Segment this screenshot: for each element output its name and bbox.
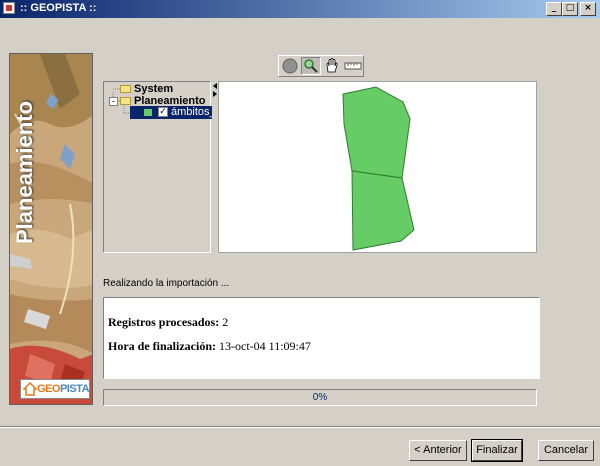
ruler-icon bbox=[344, 62, 362, 70]
registros-value: 2 bbox=[222, 315, 229, 329]
geopista-logo: GEOPISTA bbox=[20, 379, 90, 399]
collapse-toggle[interactable]: - bbox=[109, 97, 118, 106]
layer-label: ámbitos_ge bbox=[171, 106, 212, 118]
title-bar: :: GEOPISTA :: _ □ × bbox=[0, 0, 600, 18]
zoom-in-button[interactable] bbox=[301, 57, 321, 75]
anterior-button[interactable]: < Anterior bbox=[409, 440, 467, 461]
hora-row: Hora de finalización: 13-oct-04 11:09:47 bbox=[108, 339, 311, 354]
sidebar-banner: Planeamiento GEOPISTA bbox=[9, 53, 93, 405]
map-polygon-south bbox=[351, 170, 415, 251]
pan-button[interactable] bbox=[322, 57, 342, 75]
maximize-button[interactable]: □ bbox=[562, 2, 578, 16]
window-title: :: GEOPISTA :: bbox=[20, 2, 97, 14]
cancelar-button[interactable]: Cancelar bbox=[538, 440, 594, 461]
map-polygon-north bbox=[342, 86, 411, 179]
registros-label: Registros procesados: bbox=[108, 315, 220, 329]
logo-text: GEOPISTA bbox=[37, 383, 90, 395]
folder-open-icon bbox=[120, 97, 131, 105]
zoom-extent-button[interactable] bbox=[280, 57, 300, 75]
measure-button[interactable] bbox=[343, 57, 363, 75]
minimize-button[interactable]: _ bbox=[546, 2, 562, 16]
layer-color-swatch bbox=[144, 109, 152, 116]
logo-house-icon bbox=[23, 382, 37, 396]
map-view[interactable] bbox=[218, 81, 537, 253]
progress-bar: 0% bbox=[103, 389, 537, 406]
registros-row: Registros procesados: 2 bbox=[108, 315, 228, 330]
folder-icon bbox=[120, 85, 131, 93]
hand-icon bbox=[326, 58, 338, 73]
layer-visibility-checkbox[interactable]: ✓ bbox=[158, 107, 168, 117]
tree-group-system[interactable]: System bbox=[134, 83, 173, 95]
sidebar-title: Planeamiento bbox=[12, 100, 37, 244]
globe-icon bbox=[282, 58, 298, 74]
map-toolbar bbox=[278, 55, 364, 77]
hora-label: Hora de finalización: bbox=[108, 339, 216, 353]
tree-layer-ambitos[interactable]: ✓ ámbitos_ge bbox=[130, 106, 212, 119]
hora-value: 13-oct-04 11:09:47 bbox=[219, 339, 311, 353]
app-icon bbox=[3, 2, 15, 14]
close-button[interactable]: × bbox=[580, 2, 596, 16]
finalizar-button[interactable]: Finalizar bbox=[471, 439, 523, 462]
status-text: Realizando la importación ... bbox=[103, 278, 230, 289]
footer-separator bbox=[0, 426, 600, 428]
magnifier-icon bbox=[304, 59, 318, 73]
map-canvas bbox=[342, 86, 415, 251]
results-panel: Registros procesados: 2 Hora de finaliza… bbox=[103, 297, 540, 379]
